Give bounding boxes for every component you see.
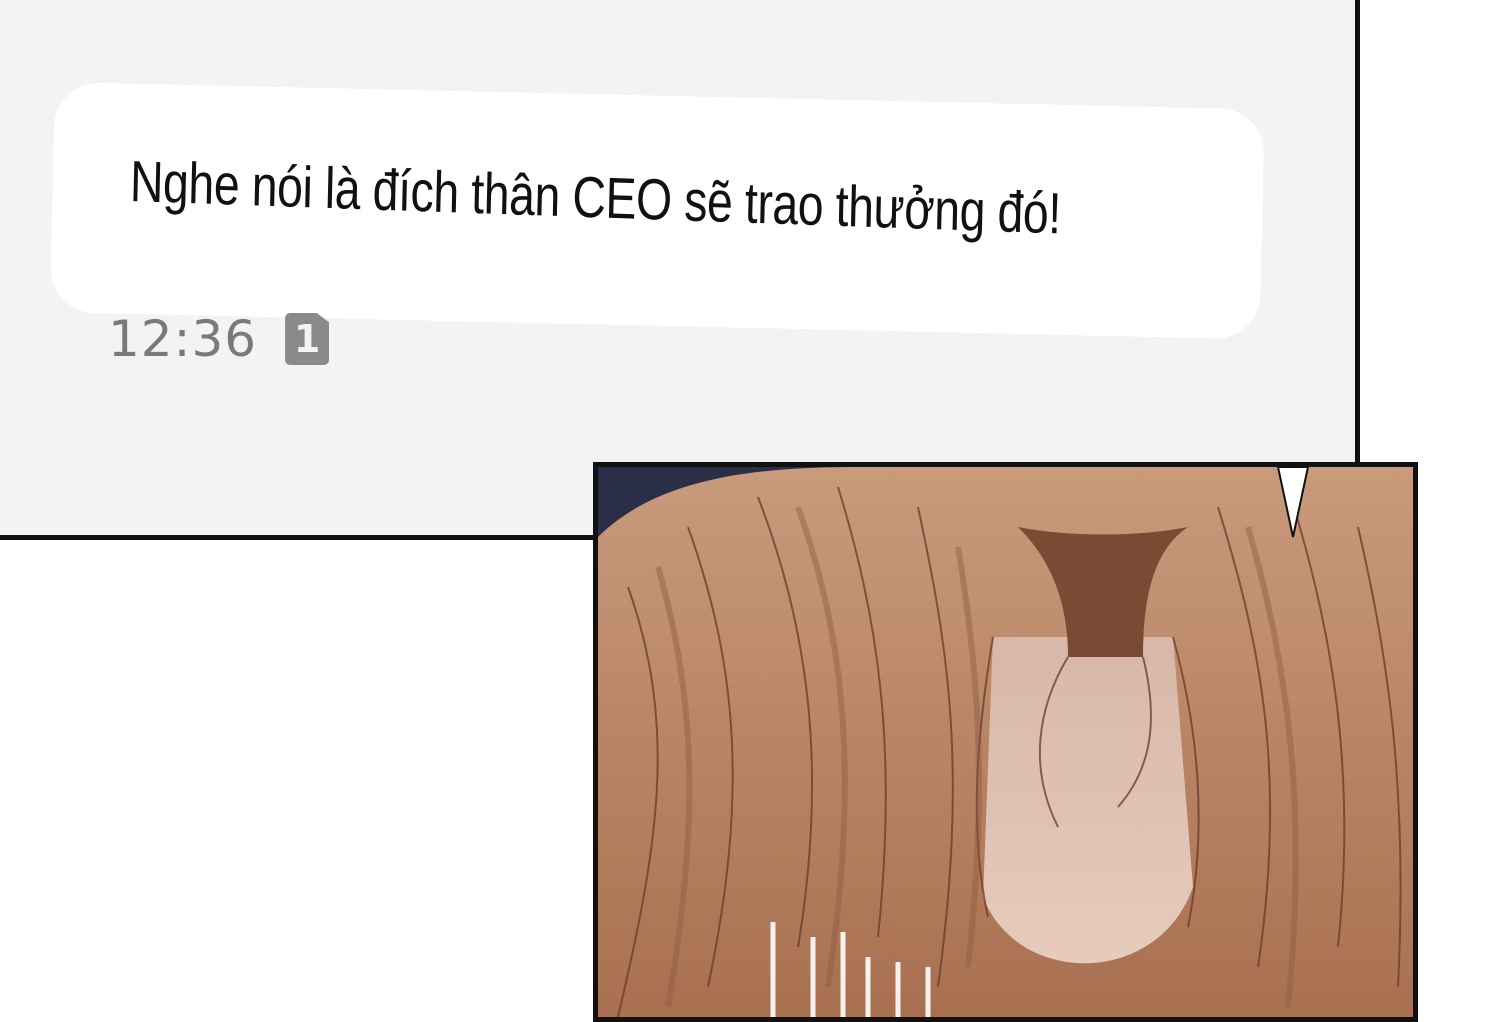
message-meta: 12:36 1 xyxy=(108,310,330,368)
timestamp: 12:36 xyxy=(108,310,258,368)
unread-count-badge: 1 xyxy=(285,313,330,365)
hair-illustration xyxy=(598,467,1413,1017)
illustration-panel xyxy=(593,462,1418,1022)
